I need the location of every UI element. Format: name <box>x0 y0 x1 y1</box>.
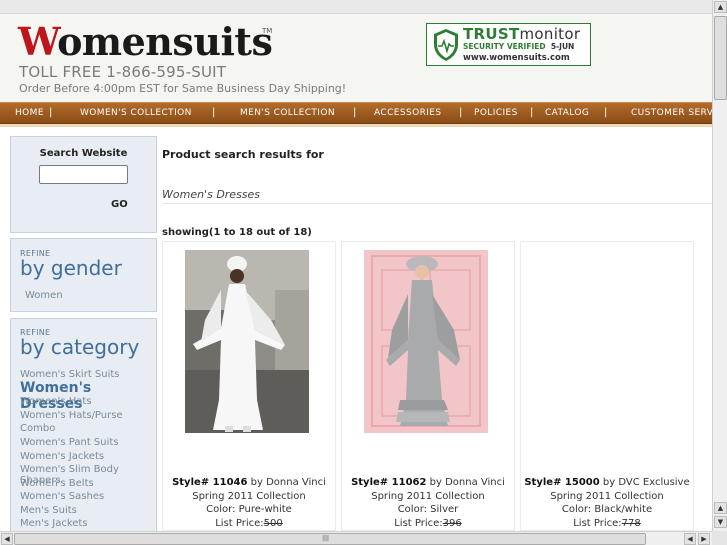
product-color: Color: Pure-white <box>206 504 292 515</box>
refine-gender-heading: by gender <box>20 256 122 280</box>
trust-url: www.womensuits.com <box>463 53 570 63</box>
category-item[interactable]: Men's Suits <box>20 505 77 516</box>
product-card[interactable]: Style# 11046 by Donna Vinci Spring 2011 … <box>162 241 336 531</box>
scrollbar-corner <box>712 531 727 545</box>
nav-home[interactable]: HOME <box>15 108 44 118</box>
refine-category-panel: REFINE by category Women's Skirt Suits W… <box>10 318 157 533</box>
product-collection: Spring 2011 Collection <box>550 491 664 502</box>
nav-separator: | <box>459 107 463 118</box>
nav-customer-service[interactable]: CUSTOMER SERV <box>631 108 712 118</box>
category-item[interactable]: Women's Jackets <box>20 451 104 462</box>
nav-separator: | <box>353 107 357 118</box>
scroll-up-icon[interactable]: ▲ <box>714 1 727 13</box>
nav-separator: | <box>530 107 534 118</box>
site-header: Womensuits TM TOLL FREE 1-866-595-SUIT O… <box>0 14 712 102</box>
product-price: List Price:500 <box>215 518 283 529</box>
product-card[interactable]: Style# 11062 by Donna Vinci Spring 2011 … <box>341 241 515 531</box>
refine-category-heading: by category <box>20 335 140 359</box>
product-photo[interactable] <box>364 250 488 433</box>
product-color: Color: Black/white <box>561 504 653 515</box>
refine-gender-panel: REFINE by gender Women <box>10 238 157 312</box>
product-photo[interactable] <box>185 250 309 433</box>
main-nav: HOME | WOMEN'S COLLECTION | MEN'S COLLEC… <box>0 102 712 124</box>
nav-womens-collection[interactable]: WOMEN'S COLLECTION <box>80 108 192 118</box>
product-title[interactable]: Style# 11046 by Donna Vinci <box>163 477 335 488</box>
logo-text: omensuits <box>57 19 273 64</box>
category-item[interactable]: Combo <box>20 423 55 434</box>
nav-separator: | <box>604 107 608 118</box>
trust-verified: SECURITY VERIFIED 5-JUN <box>463 42 575 51</box>
results-count: showing(1 to 18 out of 18) <box>162 227 312 238</box>
shipping-notice: Order Before 4:00pm EST for Same Busines… <box>19 82 347 95</box>
horizontal-scrollbar[interactable]: ◀ |||||| ◀ ▶ <box>0 531 712 545</box>
results-query: Women's Dresses <box>162 188 261 201</box>
search-panel: Search Website GO <box>10 136 157 233</box>
go-button[interactable]: GO <box>111 199 128 210</box>
category-item[interactable]: Women's Pant Suits <box>20 437 119 448</box>
divider <box>162 203 712 204</box>
product-photo-placeholder[interactable] <box>543 250 667 433</box>
category-item[interactable]: Women's Sashes <box>20 491 104 502</box>
product-collection: Spring 2011 Collection <box>192 491 306 502</box>
top-strip <box>0 0 712 14</box>
search-input[interactable] <box>39 165 128 184</box>
category-item[interactable]: Women's Belts <box>20 478 94 489</box>
trust-brand: TRUSTmonitor <box>463 25 581 43</box>
nav-catalog[interactable]: CATALOG <box>545 108 589 118</box>
nav-separator: | <box>49 107 53 118</box>
nav-separator: | <box>212 107 216 118</box>
logo-mark: W <box>18 19 58 64</box>
scroll-down-icon[interactable]: ▼ <box>714 516 727 528</box>
category-item[interactable]: Women's Skirt Suits <box>20 369 120 380</box>
shield-icon <box>434 29 458 61</box>
product-collection: Spring 2011 Collection <box>371 491 485 502</box>
nav-mens-collection[interactable]: MEN'S COLLECTION <box>240 108 335 118</box>
site-logo[interactable]: Womensuits <box>18 19 273 64</box>
category-item[interactable]: Women's Hats <box>20 396 92 407</box>
scroll-grip-icon: |||||| <box>322 535 329 542</box>
search-title: Search Website <box>39 148 128 159</box>
product-title[interactable]: Style# 15000 by DVC Exclusive <box>521 477 693 488</box>
horizontal-scroll-thumb[interactable] <box>14 533 646 545</box>
product-title[interactable]: Style# 11062 by Donna Vinci <box>342 477 514 488</box>
product-card[interactable]: Style# 15000 by DVC Exclusive Spring 201… <box>520 241 694 531</box>
scroll-left-icon[interactable]: ◀ <box>1 533 13 545</box>
logo-trademark: TM <box>262 27 273 35</box>
scroll-right-icon[interactable]: ▶ <box>698 533 710 545</box>
category-item[interactable]: Men's Jackets <box>20 518 88 529</box>
vertical-scroll-thumb[interactable] <box>714 16 727 100</box>
scroll-left-icon[interactable]: ◀ <box>684 533 696 545</box>
nav-policies[interactable]: POLICIES <box>474 108 518 118</box>
product-price: List Price:778 <box>573 518 641 529</box>
trust-monitor-badge[interactable]: TRUSTmonitor SECURITY VERIFIED 5-JUN www… <box>426 23 591 66</box>
product-color: Color: Silver <box>397 504 459 515</box>
scroll-up-icon[interactable]: ▲ <box>714 502 727 514</box>
nav-underline <box>0 124 712 127</box>
vertical-scrollbar[interactable]: ▲ ▲ ▼ <box>712 0 727 531</box>
gender-item-women[interactable]: Women <box>25 290 63 301</box>
product-price: List Price:396 <box>394 518 462 529</box>
results-title: Product search results for <box>162 148 324 161</box>
toll-free-number: TOLL FREE 1-866-595-SUIT <box>19 63 227 81</box>
nav-accessories[interactable]: ACCESSORIES <box>374 108 441 118</box>
category-item[interactable]: Women's Hats/Purse <box>20 410 123 421</box>
